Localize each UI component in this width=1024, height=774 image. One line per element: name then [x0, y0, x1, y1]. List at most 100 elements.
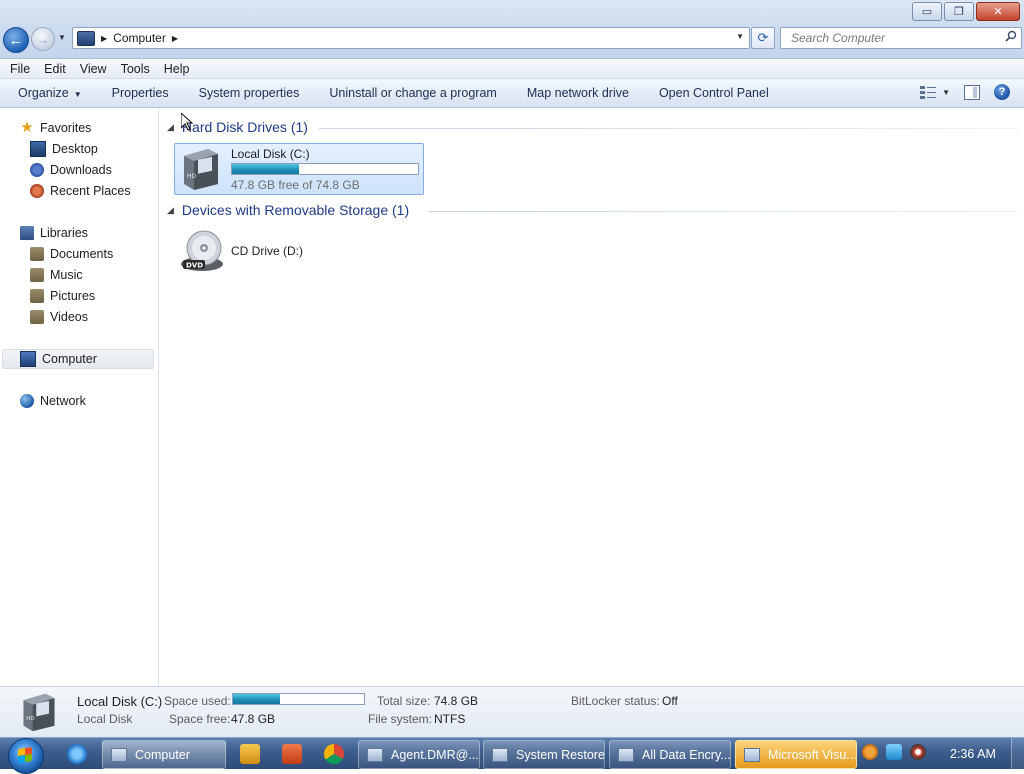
- sidebar-item-label: Libraries: [40, 226, 88, 240]
- app-launcher-icon[interactable]: [282, 744, 302, 764]
- uninstall-program-button[interactable]: Uninstall or change a program: [314, 86, 511, 100]
- drive-usage-bar: [231, 163, 419, 175]
- clock[interactable]: 2:36 AM: [950, 747, 996, 761]
- details-type: Local Disk: [77, 712, 133, 726]
- taskbar-item-label: System Restore: [516, 747, 605, 762]
- monitor-tray-icon[interactable]: [886, 744, 902, 760]
- group-header-removable-storage[interactable]: ◢ Devices with Removable Storage (1): [167, 202, 409, 218]
- sidebar-item-libraries[interactable]: Libraries: [20, 224, 88, 242]
- sidebar-item-recent-places[interactable]: Recent Places: [30, 182, 131, 200]
- recent-pages-dropdown[interactable]: ▼: [58, 33, 66, 42]
- sidebar-item-label: Recent Places: [50, 184, 131, 198]
- back-button[interactable]: ←: [3, 27, 29, 53]
- search-input[interactable]: [789, 30, 998, 46]
- organize-button[interactable]: Organize ▼: [0, 86, 97, 100]
- maximize-button[interactable]: ❐: [944, 2, 974, 21]
- sidebar-item-music[interactable]: Music: [30, 266, 83, 284]
- minimize-button[interactable]: ▭: [912, 2, 942, 21]
- navigation-pane: ★ Favorites Desktop Downloads Recent Pla…: [0, 108, 159, 686]
- address-bar[interactable]: ▶ Computer ▶ ▼: [72, 27, 750, 49]
- folder-icon: [30, 289, 44, 303]
- breadcrumb-separator[interactable]: ▶: [101, 34, 107, 43]
- sidebar-item-videos[interactable]: Videos: [30, 308, 88, 326]
- space-used-fill: [233, 694, 281, 704]
- view-options-dropdown-icon[interactable]: ▼: [942, 88, 950, 97]
- details-name: Local Disk (C:): [77, 694, 163, 709]
- taskbar: Computer Agent.DMR@... System Restore Al…: [0, 737, 1024, 774]
- menu-bar: File Edit View Tools Help: [0, 59, 1024, 79]
- collapse-triangle-icon[interactable]: ◢: [167, 122, 174, 133]
- menu-help[interactable]: Help: [157, 62, 197, 76]
- refresh-button[interactable]: ⟳: [751, 27, 775, 49]
- breadcrumb-computer[interactable]: Computer: [113, 31, 166, 45]
- sidebar-item-desktop[interactable]: Desktop: [30, 140, 98, 158]
- content-pane: ◢ Hard Disk Drives (1) HD Local Disk (C:…: [159, 108, 1024, 686]
- sidebar-item-pictures[interactable]: Pictures: [30, 287, 95, 305]
- start-button[interactable]: [8, 738, 44, 774]
- hard-disk-icon: HD: [184, 149, 218, 190]
- show-desktop-button[interactable]: [1011, 738, 1024, 769]
- taskbar-item-agent-dmr[interactable]: Agent.DMR@...: [358, 740, 480, 769]
- computer-icon: [111, 747, 127, 762]
- menu-view[interactable]: View: [73, 62, 114, 76]
- menu-tools[interactable]: Tools: [114, 62, 157, 76]
- record-tray-icon[interactable]: [910, 744, 926, 760]
- close-button[interactable]: ✕: [976, 2, 1020, 21]
- address-dropdown-icon[interactable]: ▼: [736, 32, 744, 41]
- breadcrumb-separator[interactable]: ▶: [172, 34, 178, 43]
- drive-local-disk-c[interactable]: HD Local Disk (C:) 47.8 GB free of 74.8 …: [174, 143, 424, 195]
- menu-edit[interactable]: Edit: [37, 62, 73, 76]
- space-used-bar: [232, 693, 365, 705]
- network-icon: [20, 394, 34, 408]
- space-free-label: Space free:: [169, 712, 231, 726]
- command-bar-right: ▼ ?: [920, 84, 1010, 100]
- chevron-down-icon: ▼: [73, 90, 82, 99]
- taskbar-item-computer[interactable]: Computer: [102, 740, 226, 769]
- collapse-triangle-icon[interactable]: ◢: [167, 205, 174, 216]
- forward-button[interactable]: →: [31, 27, 55, 51]
- sidebar-item-favorites[interactable]: ★ Favorites: [20, 119, 91, 137]
- downloads-icon: [30, 163, 44, 177]
- properties-button[interactable]: Properties: [97, 86, 184, 100]
- system-tray: [862, 744, 926, 760]
- total-size-label: Total size:: [377, 694, 431, 708]
- change-view-icon[interactable]: [920, 85, 937, 99]
- drive-name: Local Disk (C:): [231, 147, 310, 161]
- group-title: Devices with Removable Storage (1): [181, 202, 410, 218]
- open-control-panel-button[interactable]: Open Control Panel: [644, 86, 784, 100]
- computer-icon: [77, 30, 95, 46]
- sidebar-item-network[interactable]: Network: [20, 392, 86, 410]
- taskbar-item-microsoft-visual[interactable]: Microsoft Visu...: [735, 740, 857, 769]
- system-properties-button[interactable]: System properties: [184, 86, 315, 100]
- taskbar-item-system-restore[interactable]: System Restore: [483, 740, 605, 769]
- drive-cd-d[interactable]: DVD CD Drive (D:): [174, 226, 374, 276]
- media-player-icon[interactable]: [240, 744, 260, 764]
- internet-explorer-icon[interactable]: [67, 744, 87, 764]
- map-network-drive-button[interactable]: Map network drive: [512, 86, 644, 100]
- sidebar-item-documents[interactable]: Documents: [30, 245, 113, 263]
- command-bar: Organize ▼ Properties System properties U…: [0, 79, 1024, 108]
- sidebar-item-label: Videos: [50, 310, 88, 324]
- space-used-label: Space used:: [164, 694, 231, 708]
- file-system-value: NTFS: [434, 712, 466, 726]
- taskbar-item-all-data-encryption[interactable]: All Data Encry...: [609, 740, 731, 769]
- bitlocker-label: BitLocker status:: [571, 694, 660, 708]
- search-tray-icon[interactable]: [862, 744, 878, 760]
- search-box[interactable]: [780, 27, 1022, 49]
- chrome-icon[interactable]: [324, 744, 344, 764]
- sidebar-item-label: Network: [40, 394, 86, 408]
- details-pane: HD Local Disk (C:) Local Disk Space used…: [0, 686, 1024, 737]
- organize-label: Organize: [18, 86, 69, 100]
- sidebar-item-label: Desktop: [52, 142, 98, 156]
- menu-file[interactable]: File: [0, 62, 37, 76]
- help-icon[interactable]: ?: [994, 84, 1010, 100]
- svg-text:DVD: DVD: [186, 262, 203, 270]
- taskbar-item-label: Agent.DMR@...: [391, 747, 479, 762]
- preview-pane-icon[interactable]: [964, 84, 980, 100]
- sidebar-item-downloads[interactable]: Downloads: [30, 161, 112, 179]
- dvd-drive-icon: DVD: [181, 230, 223, 271]
- search-icon[interactable]: [1005, 30, 1017, 42]
- sidebar-item-computer[interactable]: Computer: [2, 349, 154, 369]
- window-icon: [367, 747, 383, 762]
- group-title: Hard Disk Drives (1): [181, 119, 308, 135]
